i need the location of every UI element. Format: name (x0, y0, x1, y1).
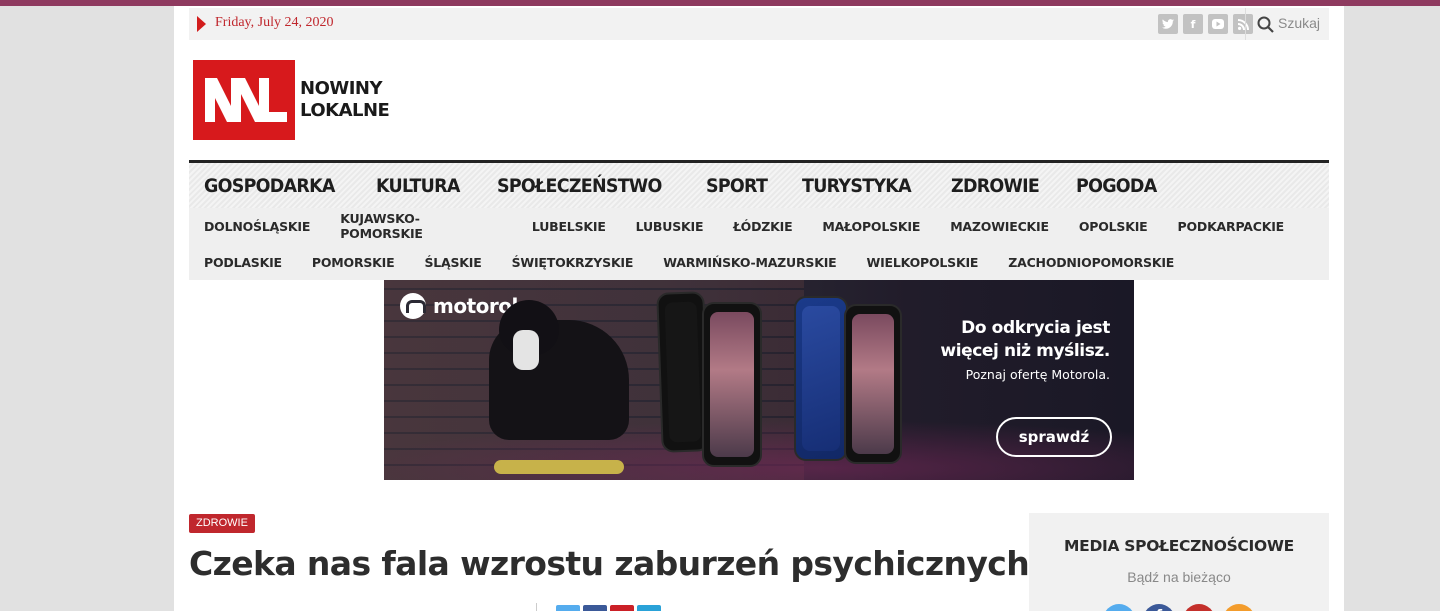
region-link[interactable]: WARMIŃSKO-MAZURSKIE (663, 255, 836, 270)
nav-sport[interactable]: SPORT (706, 175, 768, 197)
regions-row-1: DOLNOŚLĄSKIE KUJAWSKO-POMORSKIE LUBELSKI… (204, 208, 1314, 244)
widget-title: MEDIA SPOŁECZNOŚCIOWE (1064, 537, 1294, 555)
nav-pogoda[interactable]: POGODA (1076, 175, 1157, 197)
share-divider (536, 603, 537, 611)
region-link[interactable]: LUBUSKIE (636, 219, 704, 234)
site-logo[interactable]: NOWINY LOKALNE (193, 60, 390, 140)
facebook-icon[interactable]: f (1143, 604, 1175, 611)
nav-gospodarka[interactable]: GOSPODARKA (204, 175, 335, 197)
category-badge[interactable]: ZDROWIE (189, 514, 255, 533)
top-bar: Friday, July 24, 2020 f (189, 8, 1329, 40)
ad-cta-button[interactable]: sprawdź (996, 417, 1112, 457)
ad-subline: Poznaj ofertę Motorola. (965, 367, 1110, 382)
logo-mark (193, 60, 295, 140)
share-buttons (556, 605, 661, 611)
ad-phone-image (702, 302, 762, 467)
share-email-icon[interactable] (637, 605, 661, 611)
search-icon[interactable] (1257, 16, 1274, 33)
nav-spoleczenstwo[interactable]: SPOŁECZEŃSTWO (497, 175, 662, 197)
search-box (1245, 8, 1329, 40)
region-link[interactable]: PODKARPACKIE (1178, 219, 1285, 234)
ad-phone-image (844, 304, 902, 464)
share-facebook-icon[interactable] (583, 605, 607, 611)
twitter-icon[interactable] (1103, 604, 1135, 611)
ad-headline: Do odkrycia jest więcej niż myślisz. (940, 317, 1110, 363)
youtube-icon[interactable] (1183, 604, 1215, 611)
ad-skateboard-image (494, 460, 624, 474)
social-links: f (1158, 14, 1253, 34)
ad-headline-line-1: Do odkrycia jest (961, 318, 1110, 338)
logo-text: NOWINY LOKALNE (300, 78, 390, 122)
nav-zdrowie[interactable]: ZDROWIE (951, 175, 1040, 197)
ad-headline-line-2: więcej niż myślisz. (940, 341, 1110, 361)
youtube-icon[interactable] (1208, 14, 1228, 34)
region-link[interactable]: LUBELSKIE (532, 219, 606, 234)
share-pinterest-icon[interactable] (610, 605, 634, 611)
region-link[interactable]: KUJAWSKO-POMORSKIE (340, 211, 502, 241)
region-link[interactable]: ŁÓDZKIE (733, 219, 792, 234)
nav-kultura[interactable]: KULTURA (376, 175, 460, 197)
widget-social-icons: f (1103, 604, 1255, 611)
region-link[interactable]: ŚLĄSKIE (424, 255, 481, 270)
ad-phone-image (794, 296, 848, 461)
region-link[interactable]: MAZOWIECKIE (950, 219, 1049, 234)
regions-navigation: DOLNOŚLĄSKIE KUJAWSKO-POMORSKIE LUBELSKI… (189, 208, 1329, 280)
twitter-icon[interactable] (1158, 14, 1178, 34)
social-media-widget: MEDIA SPOŁECZNOŚCIOWE Bądź na bieżąco f (1029, 513, 1329, 611)
widget-subtitle: Bądź na bieżąco (1127, 569, 1231, 585)
region-link[interactable]: DOLNOŚLĄSKIE (204, 219, 310, 234)
region-link[interactable]: MAŁOPOLSKIE (822, 219, 920, 234)
region-link[interactable]: OPOLSKIE (1079, 219, 1148, 234)
nav-turystyka[interactable]: TURYSTYKA (802, 175, 912, 197)
region-link[interactable]: WIELKOPOLSKIE (867, 255, 979, 270)
logo-line-2: LOKALNE (300, 100, 390, 121)
ad-dog-image (489, 300, 629, 440)
page-container: Friday, July 24, 2020 f NOWINY LOK (174, 6, 1344, 611)
region-link[interactable]: PODLASKIE (204, 255, 282, 270)
search-input[interactable] (1278, 15, 1328, 31)
region-link[interactable]: ŚWIĘTOKRZYSKIE (512, 255, 634, 270)
ad-banner[interactable]: motorola Do odkrycia jest więcej niż myś… (384, 280, 1134, 480)
article-title: Czeka nas fala wzrostu zaburzeń psychicz… (189, 544, 1030, 583)
motorola-batwing-icon (400, 293, 426, 319)
logo-line-1: NOWINY (300, 78, 383, 99)
date-arrow-icon (197, 16, 206, 32)
main-navigation: GOSPODARKA KULTURA SPOŁECZEŃSTWO SPORT T… (189, 160, 1329, 208)
region-link[interactable]: ZACHODNIOPOMORSKIE (1008, 255, 1174, 270)
share-twitter-icon[interactable] (556, 605, 580, 611)
region-link[interactable]: POMORSKIE (312, 255, 395, 270)
current-date: Friday, July 24, 2020 (215, 15, 334, 30)
facebook-icon[interactable]: f (1183, 14, 1203, 34)
rss-icon[interactable] (1223, 604, 1255, 611)
regions-row-2: PODLASKIE POMORSKIE ŚLĄSKIE ŚWIĘTOKRZYSK… (204, 244, 1314, 280)
